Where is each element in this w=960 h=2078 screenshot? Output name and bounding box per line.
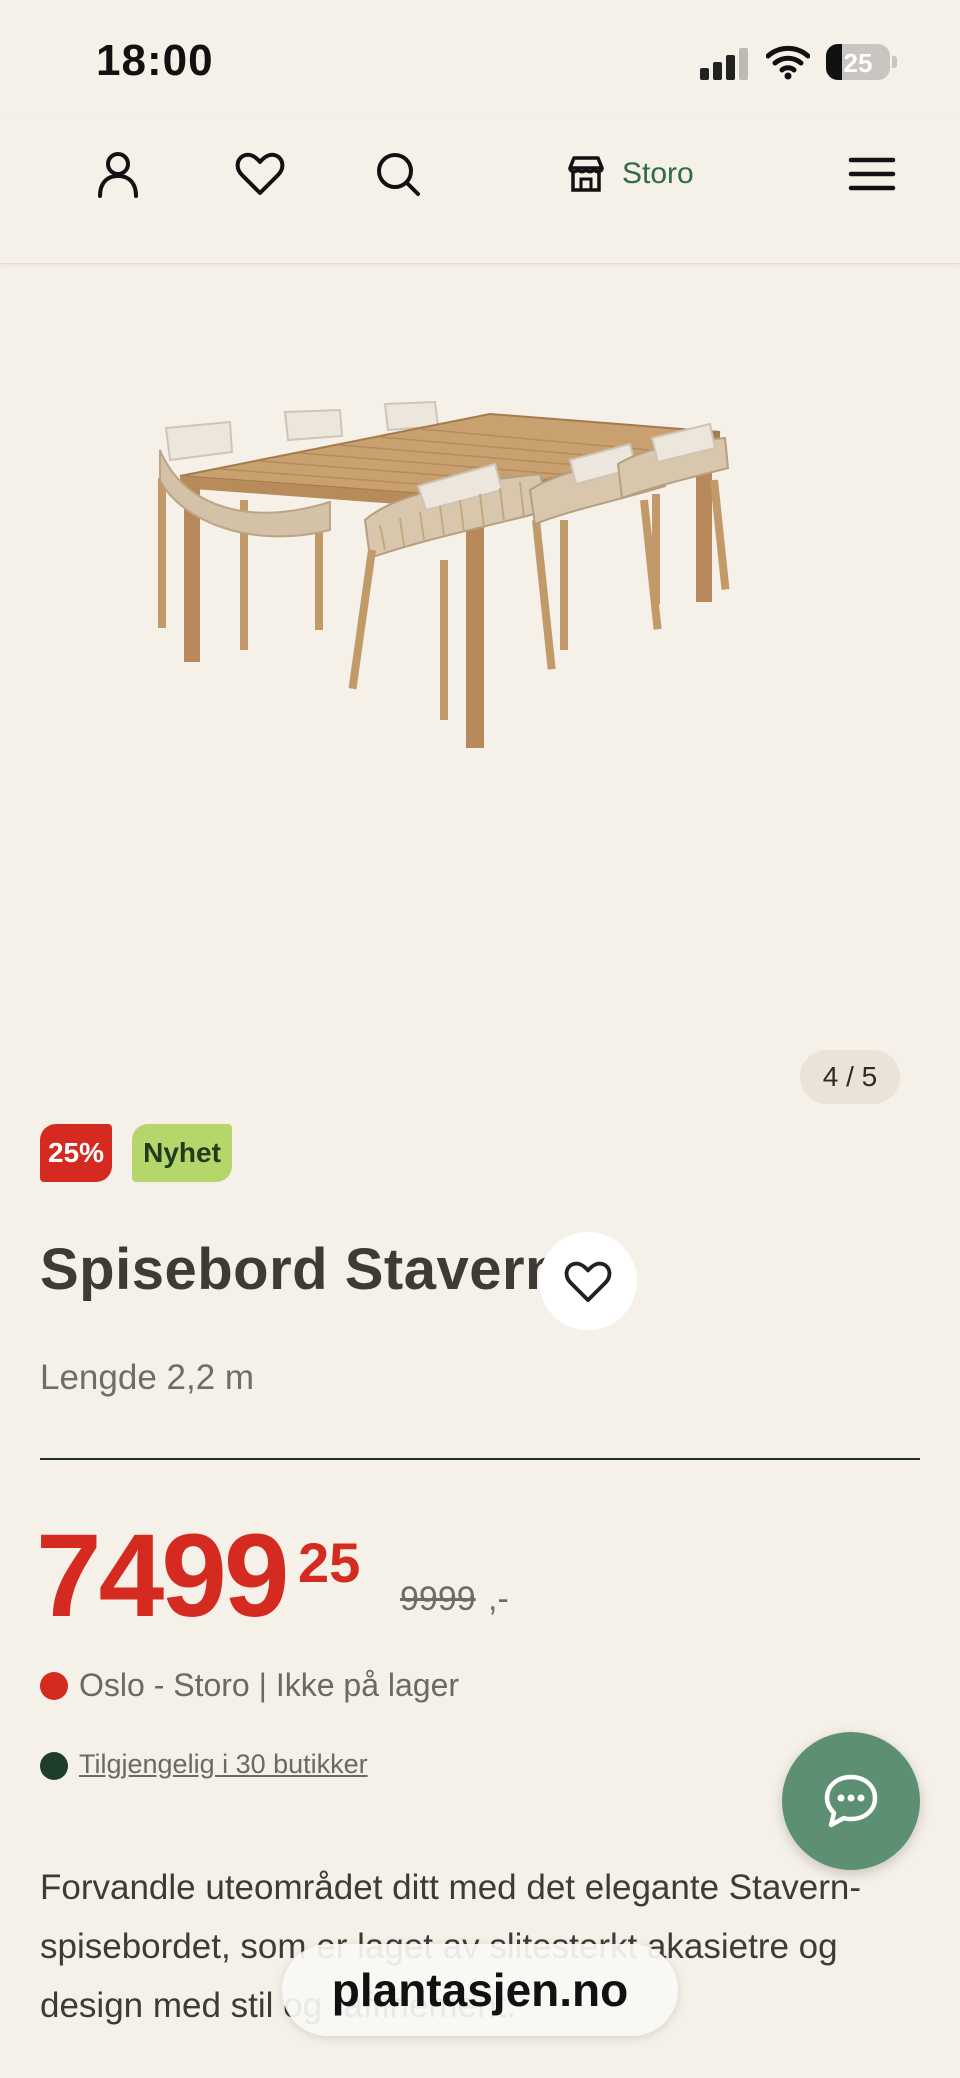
store-name: Storo <box>622 157 694 190</box>
old-price-suffix: ,- <box>488 1580 509 1618</box>
cellular-signal-icon <box>700 46 752 80</box>
stock-status-dot <box>40 1672 68 1700</box>
availability-dot <box>40 1752 68 1780</box>
site-header: Storo <box>0 118 960 264</box>
product-subtitle: Lengde 2,2 m <box>40 1358 255 1397</box>
store-selector[interactable]: Storo <box>566 146 694 202</box>
price-cents: 25 <box>298 1531 361 1594</box>
battery-icon: 25 <box>826 44 890 80</box>
battery-level: 25 <box>843 48 873 78</box>
image-counter: 4 / 5 <box>800 1050 900 1104</box>
status-bar: 18:00 25 <box>0 0 960 118</box>
product-image[interactable] <box>140 390 740 770</box>
price-main: 7499 <box>36 1510 290 1642</box>
store-icon <box>568 156 604 192</box>
old-price: 9999 <box>400 1580 476 1618</box>
availability-link[interactable]: Tilgjengelig i 30 butikker <box>79 1749 368 1780</box>
status-time: 18:00 <box>96 36 214 85</box>
product-title: Spisebord Stavern <box>40 1237 561 1302</box>
battery-cap <box>892 56 897 68</box>
heart-icon[interactable] <box>234 148 286 200</box>
person-icon[interactable] <box>92 148 144 200</box>
browser-url-bar[interactable]: plantasjen.no <box>282 1944 678 2036</box>
wifi-icon <box>766 45 810 80</box>
divider <box>40 1458 920 1460</box>
stock-status: Oslo - Storo | Ikke på lager <box>79 1667 460 1703</box>
chat-button[interactable] <box>782 1732 920 1870</box>
discount-badge: 25% <box>40 1124 112 1182</box>
chat-bubble-icon <box>824 1774 878 1828</box>
new-badge: Nyhet <box>132 1124 232 1182</box>
chair-back-1 <box>164 420 234 462</box>
hamburger-menu-icon[interactable] <box>846 148 898 200</box>
heart-icon <box>564 1261 612 1303</box>
add-to-favorites-button[interactable] <box>539 1232 637 1330</box>
search-icon[interactable] <box>372 148 424 200</box>
